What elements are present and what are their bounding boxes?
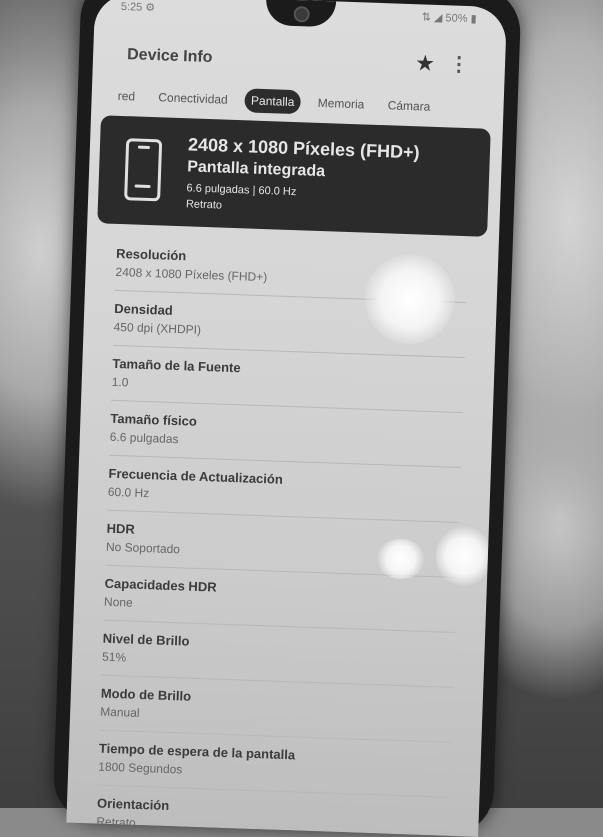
smartphone-icon	[124, 138, 163, 202]
info-item-tamano-fuente: Tamaño de la Fuente 1.0	[111, 351, 465, 414]
tab-pantalla[interactable]: Pantalla	[244, 88, 301, 115]
app-bar: Device Info ★ ⋮	[93, 29, 506, 87]
phone-device: 5:25 ⚙ ⇅ ◢ 50% ▮ Device Info ★ ⋮ red Con…	[52, 0, 522, 837]
tab-camara[interactable]: Cámara	[381, 93, 436, 119]
tab-memoria[interactable]: Memoria	[311, 91, 370, 117]
tab-red[interactable]: red	[111, 84, 141, 109]
info-item-tiempo-espera: Tiempo de espera de la pantalla 1800 Seg…	[97, 736, 452, 798]
tab-conectividad[interactable]: Conectividad	[152, 85, 234, 112]
info-item-modo-brillo: Modo de Brillo Manual	[99, 681, 454, 743]
phone-screen: 5:25 ⚙ ⇅ ◢ 50% ▮ Device Info ★ ⋮ red Con…	[66, 0, 508, 837]
summary-size-refresh: 6.6 pulgadas | 60.0 Hz	[186, 182, 297, 199]
star-icon[interactable]: ★	[415, 50, 436, 77]
info-item-orientacion: Orientación Retrato	[95, 791, 450, 837]
info-item-nivel-brillo: Nivel de Brillo 51%	[101, 626, 455, 688]
light-glare	[434, 525, 493, 588]
info-item-frecuencia: Frecuencia de Actualización 60.0 Hz	[107, 461, 461, 524]
summary-display-type: Pantalla integrada	[186, 158, 326, 181]
status-time: 5:25 ⚙	[120, 0, 156, 15]
more-vert-icon[interactable]: ⋮	[449, 51, 470, 77]
display-summary-card: 2408 x 1080 Píxeles (FHD+) Pantalla inte…	[97, 115, 491, 237]
summary-orientation: Retrato	[185, 198, 223, 212]
app-title: Device Info	[126, 46, 213, 67]
info-item-capacidades-hdr: Capacidades HDR None	[103, 571, 457, 633]
info-item-tamano-fisico: Tamaño físico 6.6 pulgadas	[109, 406, 463, 469]
status-indicators: ⇅ ◢ 50% ▮	[421, 11, 477, 26]
